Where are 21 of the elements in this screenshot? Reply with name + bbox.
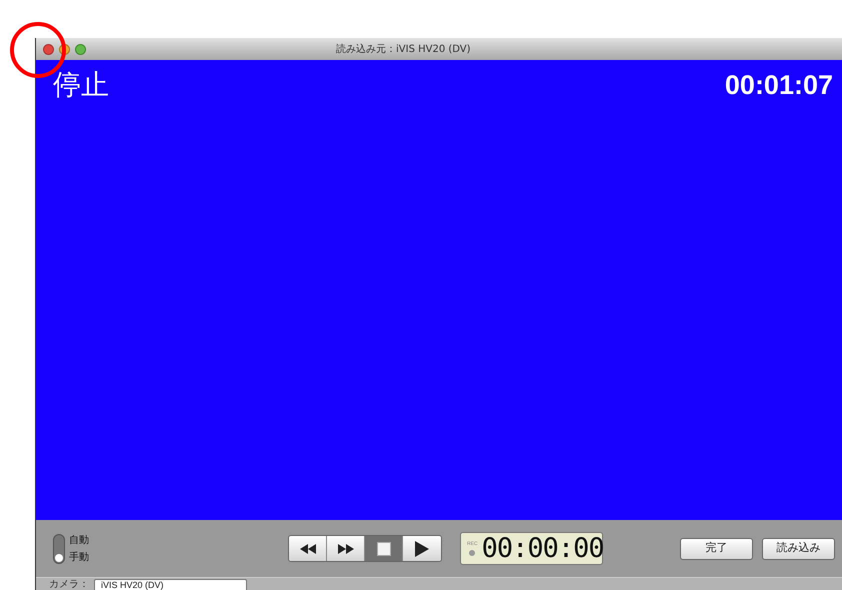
timecode: 00:01:07 — [724, 69, 833, 102]
camera-dropdown[interactable]: iVIS HV20 (DV) — [94, 579, 247, 590]
play-icon — [415, 540, 429, 556]
stop-button[interactable] — [365, 536, 403, 561]
mode-label[interactable]: 自動 — [69, 534, 89, 546]
zoom-button[interactable] — [75, 44, 86, 54]
fast-forward-icon — [338, 544, 354, 554]
forward-button[interactable] — [327, 536, 365, 561]
switch-knob[interactable] — [55, 554, 63, 562]
play-button[interactable] — [403, 536, 441, 561]
mode-label[interactable]: 手動 — [69, 552, 89, 562]
stop-icon — [376, 542, 390, 556]
counter-time: 00:00:00 — [482, 534, 604, 564]
rewind-button[interactable] — [289, 536, 327, 561]
window-title: 読み込み元：iVIS HV20 (DV) — [336, 42, 471, 56]
rewind-icon — [300, 544, 316, 554]
close-button[interactable] — [43, 44, 54, 54]
dialog-button[interactable]: 完了 — [680, 538, 753, 560]
camera-label: カメラ： — [49, 579, 89, 590]
status-text: 停止 — [53, 68, 109, 102]
dialog-button[interactable]: 読み込み — [762, 538, 835, 560]
